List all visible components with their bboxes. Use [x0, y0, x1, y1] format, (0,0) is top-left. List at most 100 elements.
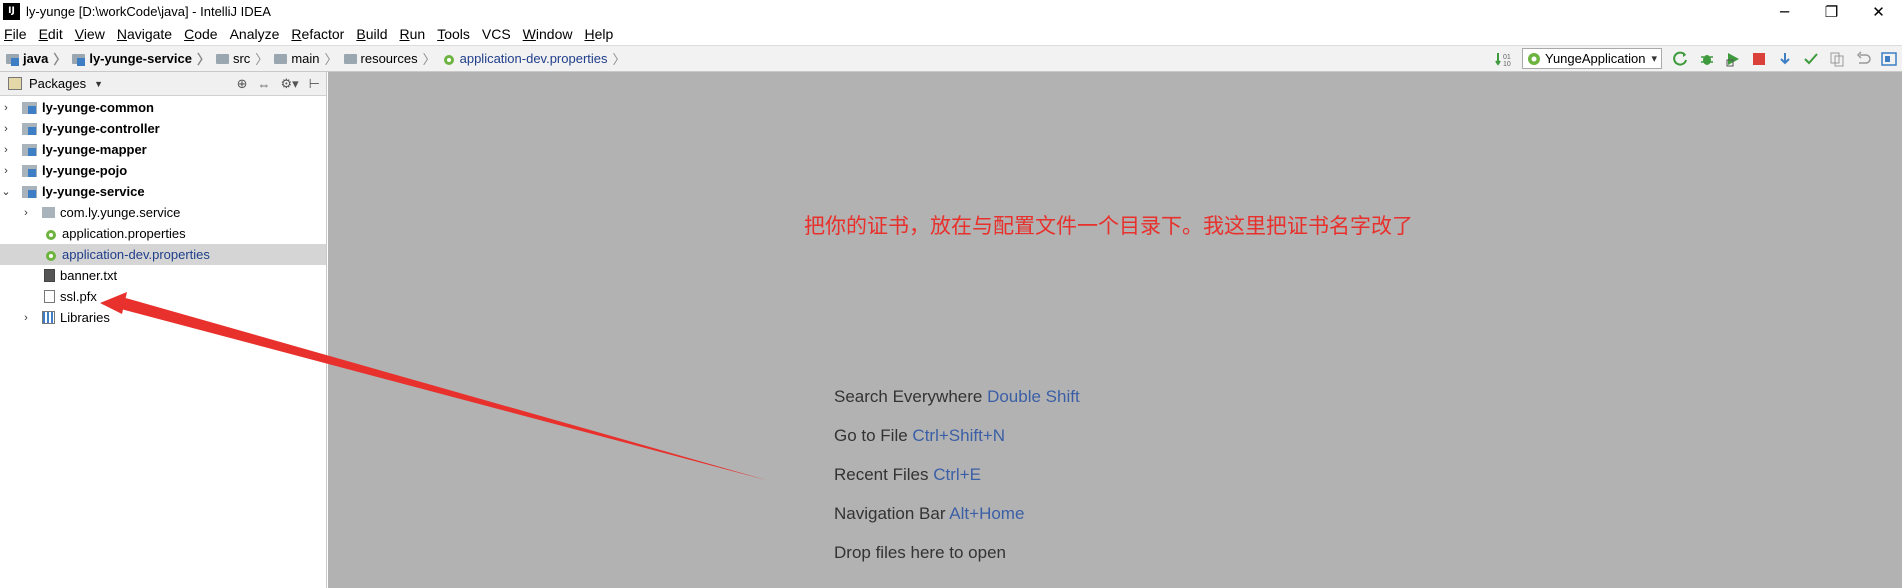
tree-module-ly-yunge-controller[interactable]: › ly-yunge-controller: [0, 118, 326, 139]
chevron-right-icon: 〉: [324, 52, 338, 67]
chevron-right-icon[interactable]: ›: [0, 144, 12, 156]
module-icon: [22, 164, 37, 177]
tree-module-ly-yunge-pojo[interactable]: › ly-yunge-pojo: [0, 160, 326, 181]
vcs-update-icon[interactable]: [1776, 50, 1794, 68]
svg-text:10: 10: [1503, 61, 1511, 67]
menu-edit[interactable]: Edit: [39, 26, 63, 42]
resources-folder-icon: [343, 53, 357, 64]
module-folder-icon: [72, 53, 86, 66]
panel-tools: ⊕ ⇔ ⚙▾ ⊢: [227, 72, 320, 96]
tree-package-com-ly-yunge-service[interactable]: › com.ly.yunge.service: [0, 202, 326, 223]
project-tool-window: Packages ▼ ⊕ ⇔ ⚙▾ ⊢ › ly-yunge-common › …: [0, 72, 327, 588]
project-panel-header: Packages ▼ ⊕ ⇔ ⚙▾ ⊢: [0, 72, 326, 96]
breadcrumb-java[interactable]: java 〉: [0, 49, 66, 68]
view-selector[interactable]: Packages: [29, 76, 86, 91]
libraries-icon: [42, 311, 55, 324]
chevron-right-icon[interactable]: ›: [0, 102, 12, 114]
title-bar: IJ ly-yunge [D:\workCode\java] - Intelli…: [0, 0, 1902, 23]
menu-file[interactable]: File: [4, 26, 27, 42]
chevron-right-icon[interactable]: ›: [20, 312, 32, 324]
gear-icon[interactable]: ⚙▾: [280, 76, 298, 92]
tree-libraries[interactable]: › Libraries: [0, 307, 326, 328]
hide-panel-icon[interactable]: ⊢: [309, 76, 320, 92]
spring-boot-icon: [1527, 52, 1540, 65]
tree-module-ly-yunge-mapper[interactable]: › ly-yunge-mapper: [0, 139, 326, 160]
main-toolbar: 01 10 YungeApplication ▾: [1490, 46, 1902, 71]
hint-recent-files: Recent Files Ctrl+E: [834, 465, 981, 484]
navigation-bar: java 〉 ly-yunge-service 〉 src 〉 main 〉 resou…: [0, 45, 1902, 72]
folder-icon: [215, 53, 229, 64]
run-with-coverage-icon[interactable]: [1724, 50, 1742, 68]
window-title: ly-yunge [D:\workCode\java] - IntelliJ I…: [26, 4, 271, 19]
menu-analyze[interactable]: Analyze: [230, 26, 280, 42]
chevron-down-icon[interactable]: ⌄: [0, 185, 12, 198]
tree-file-application-properties[interactable]: application.properties: [0, 223, 326, 244]
chevron-right-icon: 〉: [612, 52, 626, 67]
close-button[interactable]: ✕: [1855, 0, 1902, 23]
menu-tools[interactable]: Tools: [437, 26, 470, 42]
hint-search-everywhere: Search Everywhere Double Shift: [834, 387, 1080, 406]
chevron-right-icon: 〉: [255, 52, 269, 67]
svg-text:01: 01: [1503, 54, 1511, 61]
menu-bar: File Edit View Navigate Code Analyze Ref…: [0, 23, 1902, 45]
annotation-text: 把你的证书，放在与配置文件一个目录下。我这里把证书名字改了: [804, 214, 1413, 238]
hint-navigation-bar: Navigation Bar Alt+Home: [834, 504, 1025, 523]
tree-file-banner-txt[interactable]: banner.txt: [0, 265, 326, 286]
chevron-right-icon: 〉: [422, 52, 436, 67]
tree-file-ssl-pfx[interactable]: ssl.pfx: [0, 286, 326, 307]
run-configuration-select[interactable]: YungeApplication ▾: [1521, 48, 1662, 69]
build-project-icon[interactable]: 01 10: [1494, 50, 1512, 68]
collapse-all-icon[interactable]: ⇔: [257, 77, 270, 92]
spring-properties-icon: [46, 250, 56, 261]
menu-help[interactable]: Help: [584, 26, 613, 42]
editor-empty-area[interactable]: 把你的证书，放在与配置文件一个目录下。我这里把证书名字改了 Search Eve…: [328, 72, 1902, 588]
spring-properties-icon: [46, 229, 56, 240]
packages-view-icon: [8, 77, 22, 90]
minimize-button[interactable]: ─: [1761, 0, 1808, 23]
restore-button[interactable]: ❐: [1808, 0, 1855, 23]
debug-icon[interactable]: [1698, 50, 1716, 68]
chevron-down-icon: ▾: [1651, 53, 1657, 65]
stop-icon[interactable]: [1750, 50, 1768, 68]
tree-file-application-dev-properties[interactable]: application-dev.properties: [0, 244, 326, 265]
spring-properties-icon: [443, 54, 454, 65]
menu-code[interactable]: Code: [184, 26, 217, 42]
breadcrumb-ly-yunge-service[interactable]: ly-yunge-service 〉: [66, 49, 210, 68]
hint-drop-files: Drop files here to open: [834, 543, 1006, 562]
breadcrumb-resources[interactable]: resources 〉: [338, 49, 436, 68]
module-icon: [22, 185, 37, 198]
breadcrumb-src[interactable]: src 〉: [210, 49, 268, 68]
revert-icon[interactable]: [1854, 50, 1872, 68]
tree-module-ly-yunge-common[interactable]: › ly-yunge-common: [0, 97, 326, 118]
rerun-icon[interactable]: [1672, 50, 1690, 68]
vcs-commit-icon[interactable]: [1802, 50, 1820, 68]
menu-navigate[interactable]: Navigate: [117, 26, 172, 42]
menu-refactor[interactable]: Refactor: [291, 26, 344, 42]
chevron-right-icon[interactable]: ›: [20, 207, 32, 219]
menu-window[interactable]: Window: [523, 26, 573, 42]
vcs-compare-icon[interactable]: [1828, 50, 1846, 68]
file-icon: [44, 290, 55, 303]
chevron-right-icon[interactable]: ›: [0, 123, 12, 135]
module-folder-icon: [6, 53, 19, 66]
window-controls: ─ ❐ ✕: [1761, 0, 1902, 23]
intellij-logo-icon: IJ: [3, 3, 20, 20]
menu-vcs[interactable]: VCS: [482, 26, 511, 42]
project-structure-icon[interactable]: [1880, 50, 1898, 68]
chevron-down-icon[interactable]: ▼: [94, 79, 103, 89]
menu-build[interactable]: Build: [356, 26, 387, 42]
package-icon: [42, 207, 55, 218]
chevron-right-icon[interactable]: ›: [0, 165, 12, 177]
chevron-right-icon: 〉: [53, 52, 67, 67]
text-file-icon: [44, 269, 55, 282]
module-icon: [22, 143, 37, 156]
menu-run[interactable]: Run: [399, 26, 425, 42]
module-icon: [22, 101, 37, 114]
menu-view[interactable]: View: [75, 26, 105, 42]
breadcrumb-main[interactable]: main 〉: [268, 49, 338, 68]
folder-icon: [274, 53, 288, 64]
scroll-from-source-icon[interactable]: ⊕: [237, 76, 248, 92]
project-tree: › ly-yunge-common › ly-yunge-controller …: [0, 96, 326, 328]
breadcrumb-application-dev-properties[interactable]: application-dev.properties 〉: [436, 49, 626, 68]
tree-module-ly-yunge-service[interactable]: ⌄ ly-yunge-service: [0, 181, 326, 202]
